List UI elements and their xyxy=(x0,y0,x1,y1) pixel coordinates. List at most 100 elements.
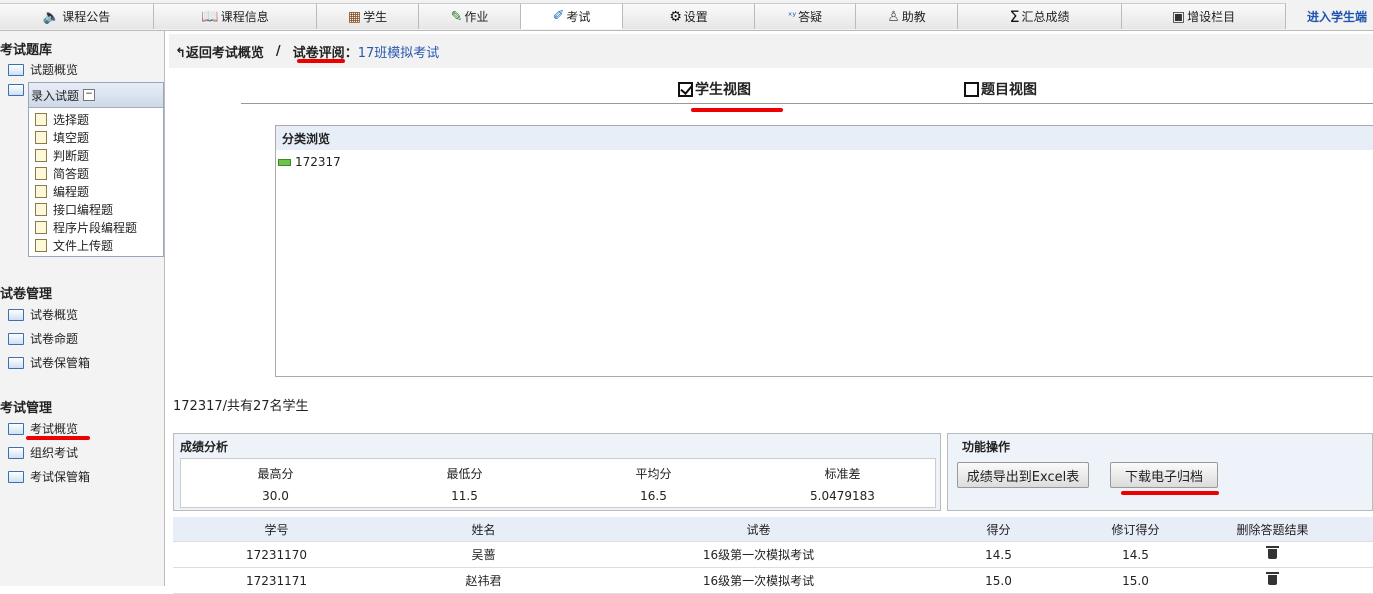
download-archive-button[interactable]: 下载电子归档 xyxy=(1110,462,1218,488)
tab-label: 课程信息 xyxy=(220,10,269,24)
document-icon xyxy=(35,221,47,234)
tab-course-notice[interactable]: 🔈 课程公告 xyxy=(0,3,154,29)
cell-delete xyxy=(1204,546,1341,562)
annotation-underline xyxy=(1121,491,1219,495)
folder-icon xyxy=(8,84,24,96)
student-view-label: 学生视图 xyxy=(695,82,751,98)
sub-label: 填空题 xyxy=(53,131,90,145)
tab-settings[interactable]: ⚙ 设置 xyxy=(623,3,755,29)
enter-student-link[interactable]: 进入学生端 xyxy=(1286,3,1373,29)
tab-assistant[interactable]: ♙ 助教 xyxy=(856,3,958,29)
category-browse-title: 分类浏览 xyxy=(276,126,1373,150)
back-label: 返回考试概览 xyxy=(185,45,264,61)
tab-label: 设置 xyxy=(683,10,708,24)
sidebar-item-label: 试卷概览 xyxy=(30,308,79,322)
annotation-underline xyxy=(26,436,90,440)
checkbox-unchecked-icon[interactable] xyxy=(964,81,979,97)
back-to-exam-overview-link[interactable]: ↰返回考试概览 xyxy=(175,42,264,61)
functions-panel: 功能操作 成绩导出到Excel表 下载电子归档 xyxy=(947,433,1373,511)
cell-name: 吴蔷 xyxy=(471,548,496,562)
sub-label: 程序片段编程题 xyxy=(53,221,138,235)
sidebar-item-exam-overview[interactable]: 考试概览 xyxy=(8,420,78,437)
student-results-table: 学号 姓名 试卷 得分 修订得分 删除答题结果 17231170 吴蔷 16级第… xyxy=(173,517,1373,594)
question-view-label: 题目视图 xyxy=(981,82,1037,98)
question-view-option[interactable]: 题目视图 xyxy=(964,79,1037,99)
sidebar-item-bank-overview[interactable]: 试题概览 xyxy=(8,61,78,78)
tab-label: 汇总成绩 xyxy=(1021,10,1070,24)
tab-add-column[interactable]: ▣ 增设栏目 xyxy=(1122,3,1286,29)
sidebar-item-paper-overview[interactable]: 试卷概览 xyxy=(8,306,78,323)
collapse-icon[interactable]: − xyxy=(83,89,96,101)
entry-title: 录入试题 xyxy=(31,88,80,103)
homework-icon: ✎ xyxy=(450,8,463,25)
tab-qa[interactable]: ˣʸ 答疑 xyxy=(755,3,856,29)
score-analysis-title: 成绩分析 xyxy=(180,440,229,454)
section-question-bank: 考试题库 xyxy=(0,43,53,58)
folder-icon xyxy=(8,470,24,483)
sidebar-item-exam-vault[interactable]: 考试保管箱 xyxy=(8,468,90,485)
sidebar-item-label: 试卷保管箱 xyxy=(30,356,91,370)
col-paper: 试卷 xyxy=(746,522,771,537)
cell-revised-score: 15.0 xyxy=(1122,573,1149,588)
add-column-icon: ▣ xyxy=(1171,8,1186,25)
sidebar-item-programming[interactable]: 编程题 xyxy=(35,183,89,200)
tab-label: 作业 xyxy=(464,10,489,24)
table-row[interactable]: 17231170 吴蔷 16级第一次模拟考试 14.5 14.5 xyxy=(173,542,1373,568)
category-browse-panel: 分类浏览 172317 xyxy=(275,125,1373,377)
sidebar-item-judge[interactable]: 判断题 xyxy=(35,147,89,164)
stat-min-value: 11.5 xyxy=(451,489,478,503)
sidebar-item-organize-exam[interactable]: 组织考试 xyxy=(8,444,78,461)
sidebar: 考试题库 试题概览 录入试题 − 选择题 填空题 判断题 简答题 编程题 接口编… xyxy=(0,31,165,586)
entry-header[interactable]: 录入试题 − xyxy=(29,83,163,108)
folder-icon xyxy=(8,446,24,459)
student-count-text: 172317/共有27名学生 xyxy=(173,399,309,414)
section-exam-management: 考试管理 xyxy=(0,401,53,416)
document-icon xyxy=(35,239,47,252)
annotation-underline xyxy=(297,59,345,63)
class-node-icon xyxy=(278,158,291,166)
document-icon xyxy=(35,131,47,144)
top-navigation: 🔈 课程公告 📖 课程信息 ▦ 学生 ✎ 作业 ✐ 考试 ⚙ 设置 ˣʸ 答疑 … xyxy=(0,0,1373,31)
sidebar-item-fill[interactable]: 填空题 xyxy=(35,129,89,146)
tab-exam[interactable]: ✐ 考试 xyxy=(521,3,623,29)
stat-max-value: 30.0 xyxy=(262,489,289,503)
tab-label: 答疑 xyxy=(798,10,823,24)
trash-icon[interactable] xyxy=(1266,572,1279,585)
tab-course-info[interactable]: 📖 课程信息 xyxy=(154,3,317,29)
stat-min-label: 最低分 xyxy=(446,467,483,481)
checkbox-checked-icon[interactable] xyxy=(678,81,693,97)
exam-name-link[interactable]: 17班模拟考试 xyxy=(358,42,440,61)
sidebar-item-label: 试卷命题 xyxy=(30,332,79,346)
trash-icon[interactable] xyxy=(1266,546,1279,559)
breadcrumb-colon: ： xyxy=(344,45,358,61)
sidebar-item-snippet-programming[interactable]: 程序片段编程题 xyxy=(35,219,137,236)
section-paper-management: 试卷管理 xyxy=(0,287,53,302)
breadcrumb: ↰返回考试概览 / 试卷评阅 ： 17班模拟考试 xyxy=(169,34,1373,68)
export-excel-button[interactable]: 成绩导出到Excel表 xyxy=(957,462,1089,488)
student-icon: ▦ xyxy=(347,8,362,25)
entry-questions-panel: 录入试题 − 选择题 填空题 判断题 简答题 编程题 接口编程题 程序片段编程题… xyxy=(28,82,164,257)
col-revised-score: 修订得分 xyxy=(1111,522,1160,537)
sidebar-item-label: 考试概览 xyxy=(30,422,79,436)
sidebar-item-label: 试题概览 xyxy=(30,63,79,77)
sidebar-item-paper-vault[interactable]: 试卷保管箱 xyxy=(8,354,90,371)
sidebar-item-interface-programming[interactable]: 接口编程题 xyxy=(35,201,113,218)
sidebar-item-short-answer[interactable]: 简答题 xyxy=(35,165,89,182)
sidebar-item-paper-compose[interactable]: 试卷命题 xyxy=(8,330,78,347)
tab-label: 课程公告 xyxy=(62,10,111,24)
tab-homework[interactable]: ✎ 作业 xyxy=(419,3,521,29)
document-icon xyxy=(35,149,47,162)
document-icon xyxy=(35,185,47,198)
cell-student-id: 17231171 xyxy=(245,573,308,588)
cell-revised-score: 14.5 xyxy=(1122,547,1149,562)
sidebar-item-choice[interactable]: 选择题 xyxy=(35,111,89,128)
table-row[interactable]: 17231171 赵祎君 16级第一次模拟考试 15.0 15.0 xyxy=(173,568,1373,594)
tree-node-class[interactable]: 172317 xyxy=(278,155,341,169)
tab-students[interactable]: ▦ 学生 xyxy=(317,3,419,29)
view-toggle-bar: 学生视图 题目视图 xyxy=(241,71,1373,104)
speaker-icon: 🔈 xyxy=(42,8,61,25)
sidebar-item-file-upload[interactable]: 文件上传题 xyxy=(35,237,113,254)
sidebar-item-entry-folder[interactable] xyxy=(8,84,30,96)
tab-summary-scores[interactable]: Σ 汇总成绩 xyxy=(958,3,1122,29)
student-view-option[interactable]: 学生视图 xyxy=(678,79,751,99)
